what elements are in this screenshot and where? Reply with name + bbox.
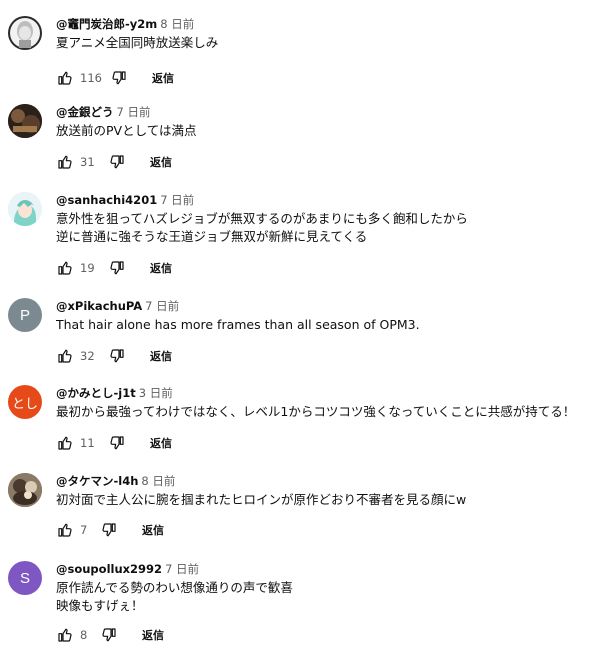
avatar-image-icon: [8, 104, 42, 138]
comment-time[interactable]: 7 日前: [145, 299, 179, 313]
comment-time[interactable]: 7 日前: [117, 105, 151, 119]
comment-text: 初対面で主人公に腕を掴まれたヒロインが原作どおり不審者を見る顔にw: [56, 492, 467, 507]
dislike-icon[interactable]: [108, 347, 126, 365]
reply-button[interactable]: 返信: [150, 435, 172, 451]
like-icon[interactable]: [56, 69, 74, 87]
like-count: 31: [80, 155, 95, 169]
reply-button[interactable]: 返信: [150, 154, 172, 170]
comment-text: That hair alone has more frames than all…: [56, 317, 420, 332]
like-icon[interactable]: [56, 434, 74, 452]
reply-button[interactable]: 返信: [142, 522, 164, 538]
comment-author[interactable]: @xPikachuPA: [56, 299, 142, 313]
avatar[interactable]: [8, 16, 42, 50]
reply-button[interactable]: 返信: [152, 70, 174, 86]
comment-author[interactable]: @タケマン-l4h: [56, 474, 138, 488]
comment-list: @竈門炭治郎-y2m 8 日前 夏アニメ全国同時放送楽しみ 116 返信 @金銀ど…: [0, 0, 600, 653]
avatar-image-icon: [8, 192, 42, 226]
comment-text: 原作読んでる勢のわい想像通りの声で歓喜 映像もすげぇ！: [56, 580, 293, 613]
avatar[interactable]: [8, 104, 42, 138]
dislike-icon[interactable]: [108, 434, 126, 452]
reply-button[interactable]: 返信: [150, 260, 172, 276]
comment-text: 夏アニメ全国同時放送楽しみ: [56, 35, 219, 50]
avatar-image-icon: [8, 16, 42, 50]
dislike-icon[interactable]: [108, 153, 126, 171]
comment-time[interactable]: 8 日前: [160, 17, 194, 31]
comment-time[interactable]: 7 日前: [165, 562, 199, 576]
avatar[interactable]: S: [8, 561, 42, 595]
like-icon[interactable]: [56, 521, 74, 539]
reply-button[interactable]: 返信: [142, 627, 164, 643]
avatar[interactable]: とし: [8, 385, 42, 419]
like-count: 116: [80, 71, 102, 85]
comment-author[interactable]: @soupollux2992: [56, 562, 162, 576]
dislike-icon[interactable]: [100, 521, 118, 539]
like-icon[interactable]: [56, 347, 74, 365]
avatar-image-icon: [8, 473, 42, 507]
like-count: 7: [80, 523, 88, 537]
comment-text: 放送前のPVとしては満点: [56, 123, 197, 138]
comment-time[interactable]: 7 日前: [160, 193, 194, 207]
like-count: 19: [80, 261, 95, 275]
like-icon[interactable]: [56, 153, 74, 171]
like-icon[interactable]: [56, 259, 74, 277]
like-icon[interactable]: [56, 626, 74, 644]
avatar[interactable]: [8, 473, 42, 507]
comment-text: 意外性を狙ってハズレジョブが無双するのがあまりにも多く飽和したから 逆に普通に強そ…: [56, 211, 468, 244]
comment-author[interactable]: @sanhachi4201: [56, 193, 157, 207]
comment-author[interactable]: @竈門炭治郎-y2m: [56, 17, 157, 31]
dislike-icon[interactable]: [100, 626, 118, 644]
like-count: 8: [80, 628, 88, 642]
comment-author[interactable]: @金銀どう: [56, 105, 114, 119]
comment-author[interactable]: @かみとし-j1t: [56, 386, 136, 400]
comment-text: 最初から最強ってわけではなく、レベル1からコツコツ強くなっていくことに共感が持て…: [56, 404, 576, 419]
avatar[interactable]: P: [8, 298, 42, 332]
like-count: 11: [80, 436, 95, 450]
dislike-icon[interactable]: [110, 69, 128, 87]
comment-time[interactable]: 3 日前: [139, 386, 173, 400]
like-count: 32: [80, 349, 95, 363]
dislike-icon[interactable]: [108, 259, 126, 277]
reply-button[interactable]: 返信: [150, 348, 172, 364]
comment-time[interactable]: 8 日前: [141, 474, 175, 488]
avatar[interactable]: [8, 192, 42, 226]
